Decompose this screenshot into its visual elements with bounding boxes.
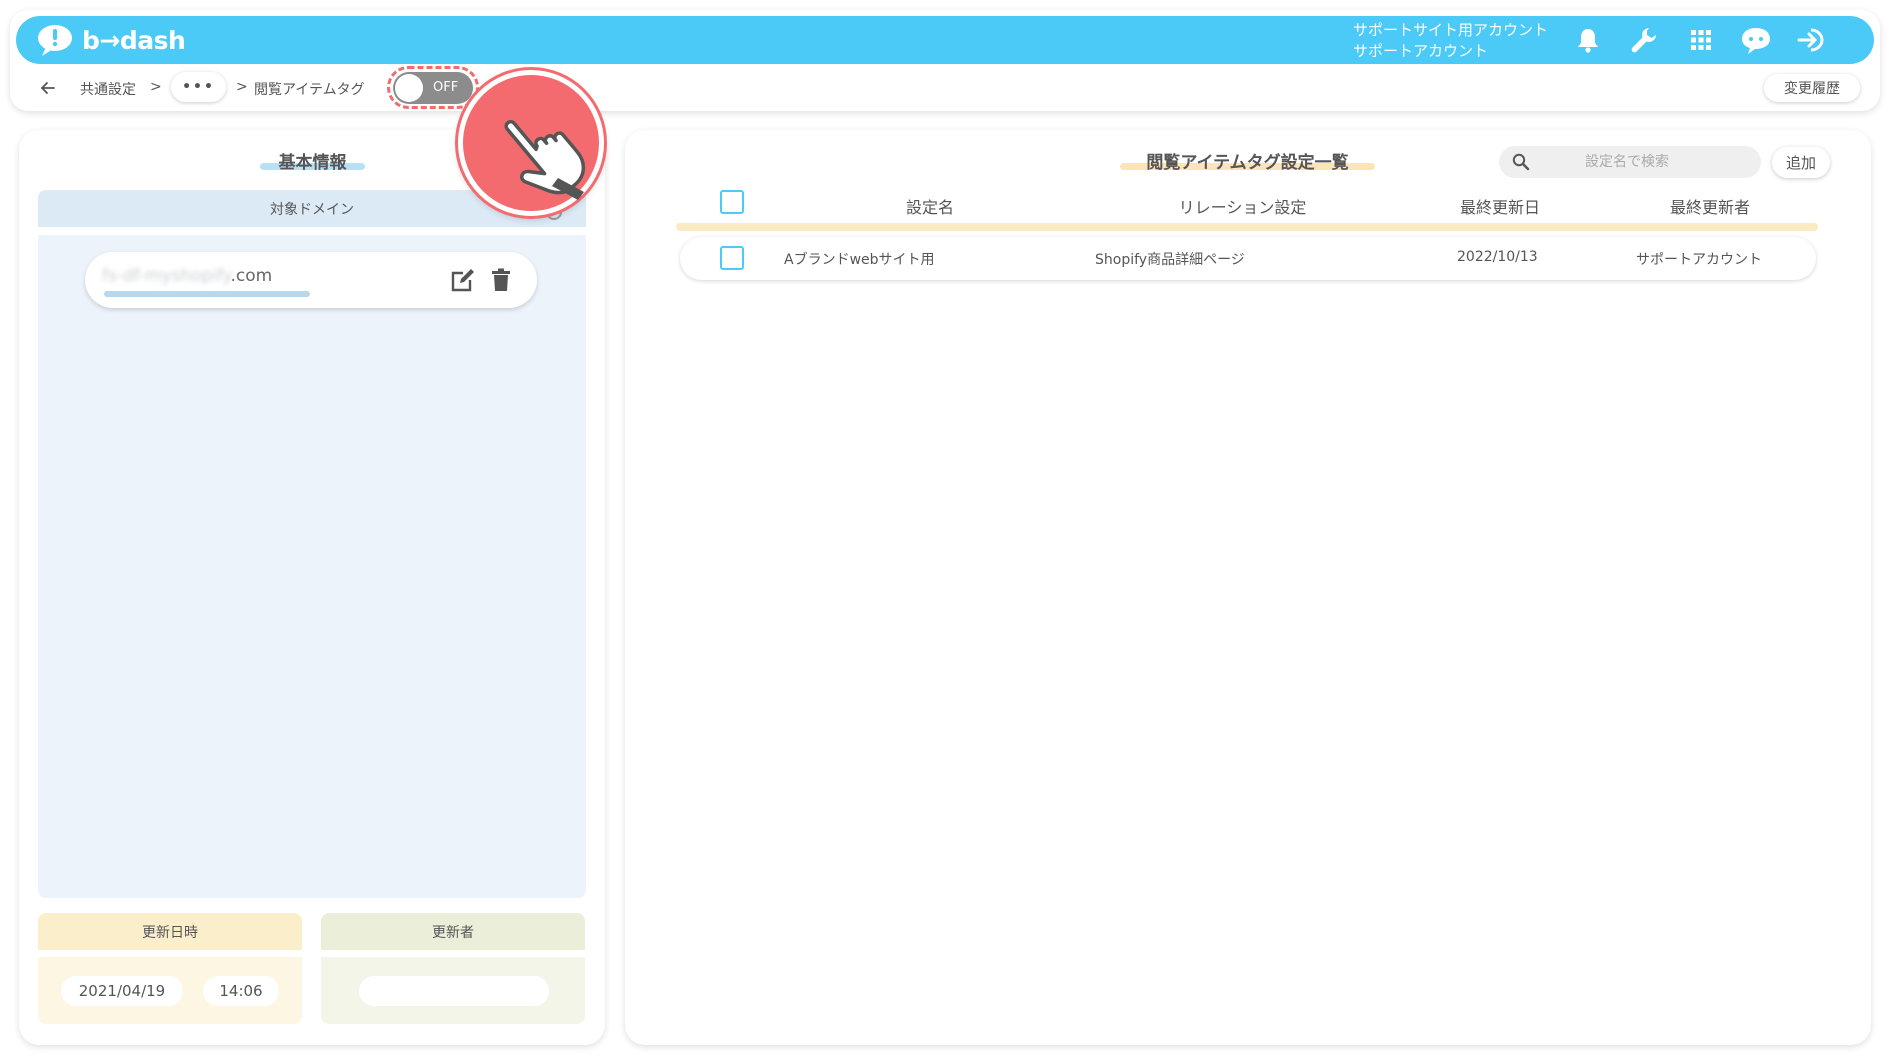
row-updated-by: サポートアカウント [1636,252,1762,268]
logo-text: b→dash [82,25,186,55]
column-header-relation[interactable]: リレーション設定 [1160,194,1325,218]
domain-value: fs-df-myshopify.com [102,266,273,286]
breadcrumb-separator: > [150,79,162,95]
edit-icon[interactable] [449,266,477,294]
toggle-label: OFF [433,80,459,95]
updated-by-value [359,976,549,1006]
pointing-hand-icon [504,119,586,200]
support-chat-icon[interactable] [1740,24,1772,56]
domain-underline [104,291,310,297]
change-history-button[interactable]: 変更履歴 [1764,74,1860,102]
apps-grid-icon[interactable] [1685,24,1717,56]
search-input[interactable] [1499,146,1761,178]
updated-by-header: 更新者 [321,913,585,950]
back-arrow-icon[interactable] [38,78,58,98]
updated-at-header: 更新日時 [38,913,302,950]
logo-bubble-icon [38,25,72,56]
column-header-updated[interactable]: 最終更新日 [1440,194,1560,218]
app-logo[interactable]: b→dash [36,22,186,58]
account-info[interactable]: サポートサイト用アカウント サポートアカウント [1353,20,1548,62]
basic-info-title: 基本情報 [278,153,347,173]
updated-time: 14:06 [203,976,279,1006]
row-checkbox[interactable] [720,246,744,270]
toggle-knob [395,74,423,102]
enable-toggle[interactable]: OFF [393,72,473,104]
trash-icon[interactable] [490,268,512,292]
account-user-label: サポートアカウント [1353,42,1489,60]
table-header-divider [676,223,1818,231]
select-all-checkbox[interactable] [720,190,744,214]
breadcrumb-current-page: 閲覧アイテムタグ [254,82,365,98]
updated-date: 2021/04/19 [61,976,183,1006]
tag-settings-title: 閲覧アイテムタグ設定一覧 [1146,153,1349,173]
add-button[interactable]: 追加 [1772,147,1830,178]
column-header-name[interactable]: 設定名 [870,194,990,218]
logout-icon[interactable] [1797,24,1829,56]
breadcrumb-common-settings[interactable]: 共通設定 [80,79,136,99]
bell-icon[interactable] [1572,24,1604,56]
account-site-label: サポートサイト用アカウント [1353,21,1549,39]
wrench-icon[interactable] [1628,24,1660,56]
column-header-updated-by[interactable]: 最終更新者 [1650,194,1770,218]
breadcrumb-ellipsis-button[interactable]: ••• [171,72,226,102]
breadcrumb-separator: > [236,79,248,95]
target-domain-panel [38,235,586,898]
row-relation: Shopify商品詳細ページ [1095,252,1245,268]
row-setting-name: Aブランドwebサイト用 [784,252,935,268]
row-updated-date: 2022/10/13 [1457,249,1538,265]
